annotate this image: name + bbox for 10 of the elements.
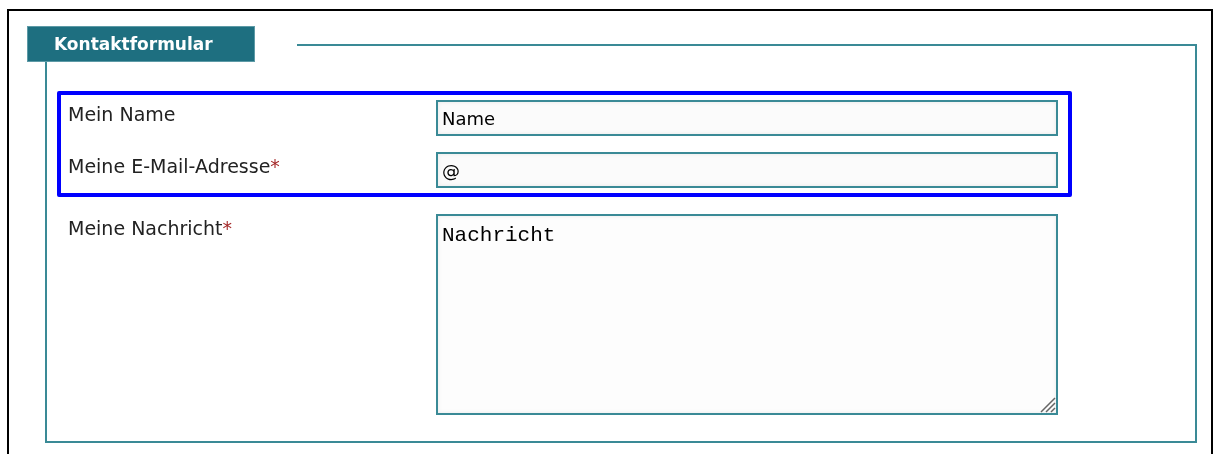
form-legend: Kontaktformular	[27, 26, 255, 62]
field-label: Mein Name	[68, 102, 177, 126]
text-field[interactable]: @	[436, 152, 1058, 188]
message-field[interactable]: Nachricht	[436, 214, 1058, 415]
text-field[interactable]: Name	[436, 100, 1058, 136]
resize-grip-icon[interactable]	[1040, 397, 1056, 413]
field-label: Meine E-Mail-Adresse*	[68, 154, 281, 178]
required-mark: *	[270, 155, 280, 177]
required-mark: *	[222, 217, 232, 239]
field-label: Meine Nachricht*	[68, 216, 233, 240]
